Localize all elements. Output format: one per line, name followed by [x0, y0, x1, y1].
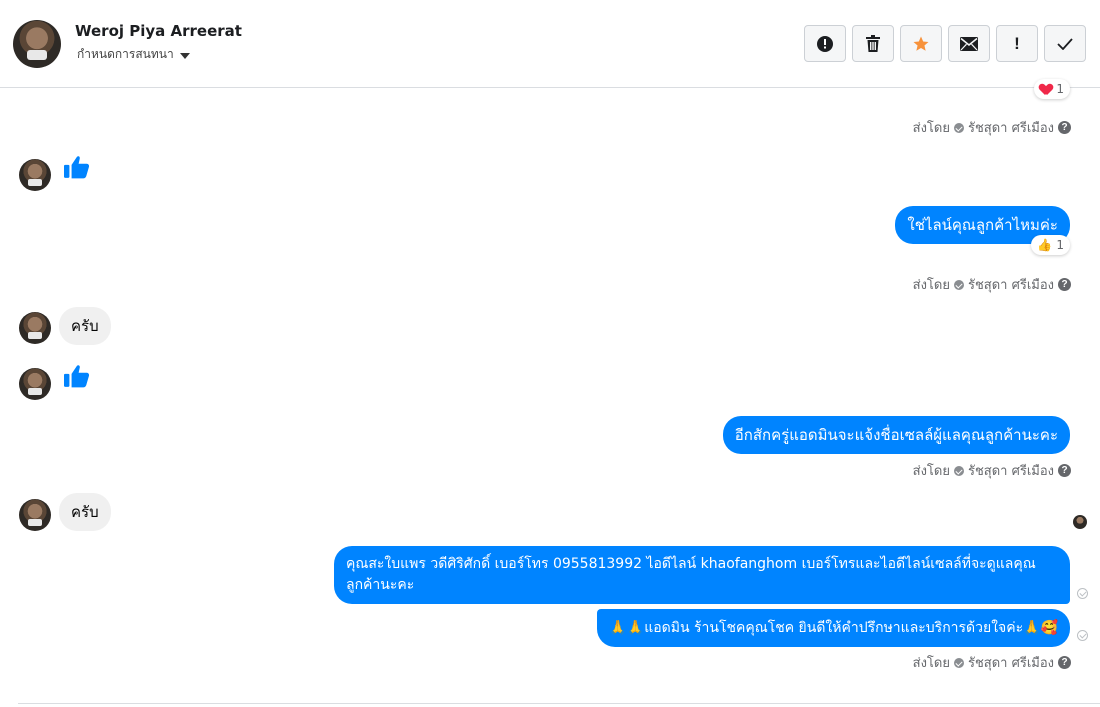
- outgoing-message[interactable]: 🙏🙏แอดมิน ร้านโชคคุณโชค ยินดีให้คำปรึกษาแ…: [597, 609, 1070, 647]
- message-reaction[interactable]: 👍 1: [1031, 235, 1070, 255]
- exclamation-icon: !: [1014, 33, 1020, 53]
- incoming-message[interactable]: ครับ: [59, 307, 111, 345]
- help-icon[interactable]: ?: [1058, 464, 1071, 477]
- alert-circle-icon: [817, 35, 833, 52]
- contact-avatar-small[interactable]: [19, 159, 51, 191]
- conversation-label: กำหนดการสนทนา: [77, 47, 174, 61]
- message-reaction[interactable]: 1: [1034, 79, 1070, 99]
- follow-up-button[interactable]: !: [996, 25, 1038, 62]
- sender-name[interactable]: รัชสุดา ศรีเมือง: [968, 274, 1054, 295]
- help-icon[interactable]: ?: [1058, 656, 1071, 669]
- sent-by-label: ส่งโดย: [912, 464, 950, 479]
- message-text: คุณสะใบแพร วดีศิริศักดิ์ เบอร์โทร 095581…: [346, 556, 1036, 593]
- heart-reaction-icon: [1040, 84, 1052, 95]
- verified-icon: [953, 279, 964, 290]
- report-spam-button[interactable]: [804, 25, 846, 62]
- star-button[interactable]: [900, 25, 942, 62]
- sent-by-info: ส่งโดย รัชสุดา ศรีเมือง ?: [913, 274, 1071, 295]
- reaction-count: 1: [1056, 238, 1064, 252]
- thumbs-up-reaction-icon: 👍: [1037, 238, 1053, 252]
- outgoing-message[interactable]: อีกสักครู่แอดมินจะแจ้งชื่อเซลล์ผู้แลคุณล…: [722, 416, 1070, 454]
- contact-avatar-small[interactable]: [19, 499, 51, 531]
- envelope-icon: [960, 36, 978, 51]
- seen-by-avatar: [1073, 515, 1087, 529]
- sent-by-info: ส่งโดย รัชสุดา ศรีเมือง ?: [913, 117, 1071, 138]
- verified-icon: [953, 657, 964, 668]
- sent-by-label: ส่งโดย: [912, 278, 950, 293]
- message-text: ครับ: [71, 503, 99, 521]
- delivered-status-icon: [1077, 630, 1088, 641]
- message-text: ครับ: [71, 317, 99, 335]
- reaction-count: 1: [1056, 82, 1064, 96]
- outgoing-message[interactable]: คุณสะใบแพร วดีศิริศักดิ์ เบอร์โทร 095581…: [334, 546, 1070, 604]
- thumbs-up-icon[interactable]: [64, 364, 90, 388]
- thumbs-up-icon[interactable]: [64, 155, 90, 179]
- delete-button[interactable]: [852, 25, 894, 62]
- sent-by-label: ส่งโดย: [912, 121, 950, 136]
- conversation-header: Weroj Piya Arreerat กำหนดการสนทนา !: [0, 0, 1100, 88]
- help-icon[interactable]: ?: [1058, 121, 1071, 134]
- mark-unread-button[interactable]: [948, 25, 990, 62]
- mark-done-button[interactable]: [1044, 25, 1086, 62]
- contact-avatar-small[interactable]: [19, 368, 51, 400]
- conversation-settings-dropdown[interactable]: กำหนดการสนทนา: [77, 45, 190, 64]
- sender-name[interactable]: รัชสุดา ศรีเมือง: [968, 460, 1054, 481]
- message-text: อีกสักครู่แอดมินจะแจ้งชื่อเซลล์ผู้แลคุณล…: [734, 426, 1058, 444]
- delivered-status-icon: [1077, 588, 1088, 599]
- incoming-message[interactable]: ครับ: [59, 493, 111, 531]
- help-icon[interactable]: ?: [1058, 278, 1071, 291]
- verified-icon: [953, 122, 964, 133]
- star-icon: [913, 36, 929, 51]
- message-text: 🙏🙏แอดมิน ร้านโชคคุณโชค ยินดีให้คำปรึกษาแ…: [609, 620, 1058, 636]
- sent-by-info: ส่งโดย รัชสุดา ศรีเมือง ?: [913, 460, 1071, 481]
- sender-name[interactable]: รัชสุดา ศรีเมือง: [968, 117, 1054, 138]
- contact-avatar[interactable]: [13, 20, 61, 68]
- caret-down-icon: [179, 52, 190, 59]
- contact-name[interactable]: Weroj Piya Arreerat: [75, 22, 242, 40]
- action-toolbar: !: [804, 25, 1086, 62]
- sent-by-label: ส่งโดย: [912, 656, 950, 671]
- sent-by-info: ส่งโดย รัชสุดา ศรีเมือง ?: [913, 652, 1071, 673]
- trash-icon: [866, 34, 880, 52]
- checkmark-icon: [1057, 37, 1073, 50]
- sender-name[interactable]: รัชสุดา ศรีเมือง: [968, 652, 1054, 673]
- verified-icon: [953, 465, 964, 476]
- composer-divider: [18, 703, 1100, 704]
- contact-avatar-small[interactable]: [19, 312, 51, 344]
- message-text: ใช่ไลน์คุณลูกค้าไหมค่ะ: [907, 216, 1058, 234]
- message-thread[interactable]: 1 ส่งโดย รัชสุดา ศรีเมือง ? ใช่ไลน์คุณลู…: [0, 79, 1100, 707]
